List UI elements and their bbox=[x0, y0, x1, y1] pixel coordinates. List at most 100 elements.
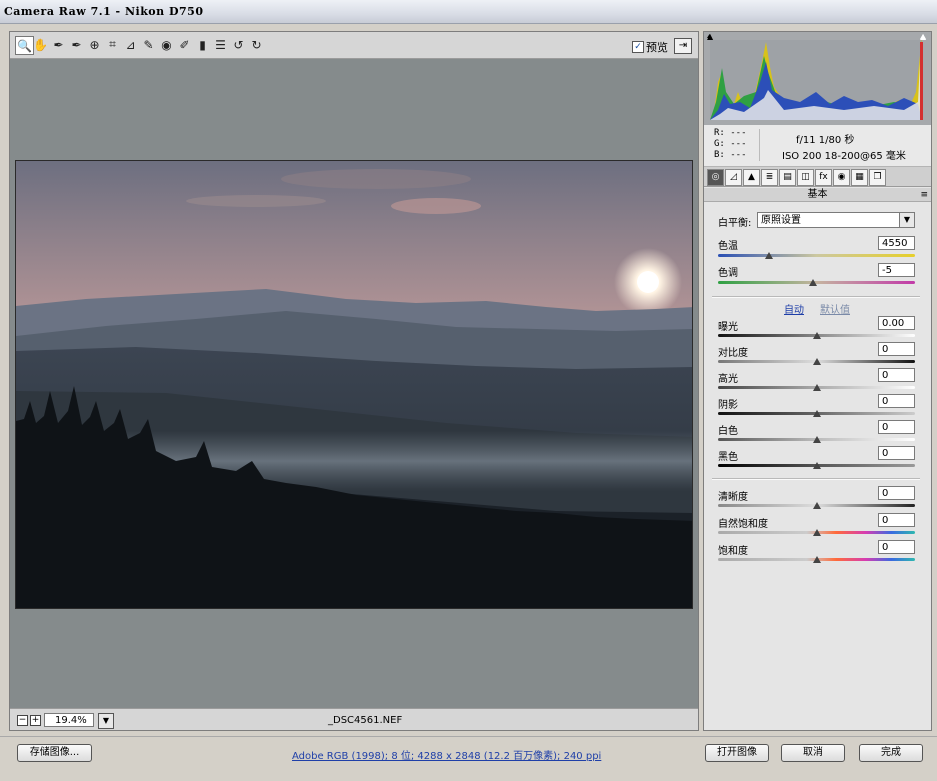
tab-hsl-icon[interactable]: ≣ bbox=[761, 169, 778, 186]
slider-exposure-label: 曝光 bbox=[718, 322, 738, 333]
filename-label: _DSC4561.NEF bbox=[328, 715, 403, 726]
fullscreen-toggle-icon[interactable]: ⇥ bbox=[674, 38, 692, 54]
default-link[interactable]: 默认值 bbox=[820, 301, 850, 316]
slider-tint-thumb[interactable] bbox=[808, 279, 817, 286]
graduated-filter-icon[interactable]: ▮ bbox=[195, 37, 210, 52]
white-balance-value: 原照设置 bbox=[761, 215, 801, 226]
white-balance-label: 白平衡: bbox=[718, 218, 752, 229]
slider-saturation-label: 饱和度 bbox=[718, 546, 748, 557]
slider-temp-value[interactable]: 4550 bbox=[878, 236, 915, 250]
crop-tool-icon[interactable]: ⌗ bbox=[105, 37, 120, 52]
slider-blacks-value[interactable]: 0 bbox=[878, 446, 915, 460]
blue-readout: B: --- bbox=[714, 150, 747, 160]
save-image-button[interactable]: 存储图像... bbox=[17, 744, 92, 762]
slider-shadows-label: 阴影 bbox=[718, 400, 738, 411]
red-eye-tool-icon[interactable]: ◉ bbox=[159, 37, 174, 52]
targeted-adjustment-tool-icon[interactable]: ⊕ bbox=[87, 37, 102, 52]
zoom-dropdown-icon[interactable]: ▼ bbox=[98, 713, 114, 729]
histogram-graph bbox=[707, 34, 926, 120]
slider-vibrance-value[interactable]: 0 bbox=[878, 513, 915, 527]
info-divider bbox=[759, 129, 760, 161]
slider-whites-thumb[interactable] bbox=[812, 436, 821, 443]
rotate-left-icon[interactable]: ↺ bbox=[231, 37, 246, 52]
green-readout: G: --- bbox=[714, 139, 747, 149]
slider-exposure-thumb[interactable] bbox=[812, 332, 821, 339]
window-title: Camera Raw 7.1 - Nikon D750 bbox=[4, 5, 204, 18]
slider-blacks-label: 黑色 bbox=[718, 452, 738, 463]
slider-temp-track[interactable] bbox=[718, 254, 915, 257]
iso-lens: ISO 200 18-200@65 毫米 bbox=[782, 151, 906, 162]
color-sampler-tool-icon[interactable]: ✒ bbox=[69, 37, 84, 52]
white-balance-select[interactable]: 原照设置 ▼ bbox=[757, 212, 915, 228]
hand-tool-icon[interactable]: ✋ bbox=[33, 37, 48, 52]
tab-detail-icon[interactable]: ▲ bbox=[743, 169, 760, 186]
highlight-clipping-warning-icon[interactable]: ▲ bbox=[920, 33, 928, 41]
status-bar: − + 19.4% ▼ _DSC4561.NEF bbox=[10, 708, 698, 730]
chevron-down-icon[interactable]: ▼ bbox=[899, 213, 914, 227]
slider-vibrance-thumb[interactable] bbox=[812, 529, 821, 536]
rotate-right-icon[interactable]: ↻ bbox=[249, 37, 264, 52]
tab-lens-corrections-icon[interactable]: ◫ bbox=[797, 169, 814, 186]
straighten-tool-icon[interactable]: ⊿ bbox=[123, 37, 138, 52]
tab-split-toning-icon[interactable]: ▤ bbox=[779, 169, 796, 186]
slider-saturation-value[interactable]: 0 bbox=[878, 540, 915, 554]
auto-link[interactable]: 自动 bbox=[784, 301, 804, 316]
slider-temp-label: 色温 bbox=[718, 241, 738, 252]
slider-vibrance-label: 自然饱和度 bbox=[718, 519, 768, 530]
tab-snapshots-icon[interactable]: ❐ bbox=[869, 169, 886, 186]
tab-effects-icon[interactable]: fx bbox=[815, 169, 832, 186]
tab-basic-icon[interactable]: ◎ bbox=[707, 169, 724, 186]
cancel-button[interactable]: 取消 bbox=[781, 744, 845, 762]
slider-blacks-thumb[interactable] bbox=[812, 462, 821, 469]
zoom-tool-icon[interactable]: 🔍 bbox=[15, 36, 34, 55]
slider-temp-thumb[interactable] bbox=[765, 252, 774, 259]
slider-tint-label: 色调 bbox=[718, 268, 738, 279]
slider-saturation-thumb[interactable] bbox=[812, 556, 821, 563]
done-button[interactable]: 完成 bbox=[859, 744, 923, 762]
slider-contrast-thumb[interactable] bbox=[812, 358, 821, 365]
red-readout: R: --- bbox=[714, 128, 747, 138]
slider-clarity-thumb[interactable] bbox=[812, 502, 821, 509]
histogram: ▲ ▲ bbox=[704, 32, 931, 125]
panel-header: 基本 ≡ bbox=[704, 188, 931, 202]
slider-exposure-value[interactable]: 0.00 bbox=[878, 316, 915, 330]
slider-contrast-label: 对比度 bbox=[718, 348, 748, 359]
preview-check-box[interactable]: ✓ bbox=[632, 41, 644, 53]
slider-whites-label: 白色 bbox=[718, 426, 738, 437]
preferences-icon[interactable]: ☰ bbox=[213, 37, 228, 52]
tab-presets-icon[interactable]: ▦ bbox=[851, 169, 868, 186]
slider-tint-value[interactable]: -5 bbox=[878, 263, 915, 277]
panel-tabs: ◎ ◿ ▲ ≣ ▤ ◫ fx ◉ ▦ ❐ bbox=[704, 167, 931, 187]
slider-clarity-label: 清晰度 bbox=[718, 492, 748, 503]
slider-contrast-value[interactable]: 0 bbox=[878, 342, 915, 356]
tab-tone-curve-icon[interactable]: ◿ bbox=[725, 169, 742, 186]
workflow-options-link[interactable]: Adobe RGB (1998); 8 位; 4288 x 2848 (12.2… bbox=[292, 747, 601, 762]
aperture-shutter: f/11 1/80 秒 bbox=[796, 135, 855, 146]
slider-highlights-thumb[interactable] bbox=[812, 384, 821, 391]
slider-highlights-label: 高光 bbox=[718, 374, 738, 385]
panel-menu-icon[interactable]: ≡ bbox=[920, 188, 928, 202]
slider-shadows-thumb[interactable] bbox=[812, 410, 821, 417]
landscape-photo bbox=[16, 161, 692, 608]
adjustment-brush-icon[interactable]: ✐ bbox=[177, 37, 192, 52]
white-balance-tool-icon[interactable]: ✒ bbox=[51, 37, 66, 52]
open-image-button[interactable]: 打开图像 bbox=[705, 744, 769, 762]
camera-info: R: --- G: --- B: --- f/11 1/80 秒 ISO 200… bbox=[704, 125, 931, 167]
zoom-level-field[interactable]: 19.4% bbox=[44, 713, 94, 727]
preview-label: 预览 bbox=[646, 41, 668, 54]
zoom-out-button[interactable]: − bbox=[17, 715, 28, 726]
spot-removal-tool-icon[interactable]: ✎ bbox=[141, 37, 156, 52]
shadow-clipping-warning-icon[interactable]: ▲ bbox=[707, 33, 715, 41]
separator bbox=[712, 478, 920, 480]
photo-preview[interactable] bbox=[15, 160, 693, 609]
slider-shadows-value[interactable]: 0 bbox=[878, 394, 915, 408]
toolbar: 🔍 ✋ ✒ ✒ ⊕ ⌗ ⊿ ✎ ◉ ✐ ▮ ☰ ↺ ↻ ✓ 预览 ⇥ bbox=[10, 32, 698, 59]
title-bar: Camera Raw 7.1 - Nikon D750 bbox=[0, 0, 937, 24]
preview-checkbox[interactable]: ✓ 预览 bbox=[632, 39, 668, 55]
separator bbox=[712, 296, 920, 298]
tab-camera-calibration-icon[interactable]: ◉ bbox=[833, 169, 850, 186]
slider-highlights-value[interactable]: 0 bbox=[878, 368, 915, 382]
slider-whites-value[interactable]: 0 bbox=[878, 420, 915, 434]
slider-clarity-value[interactable]: 0 bbox=[878, 486, 915, 500]
zoom-in-button[interactable]: + bbox=[30, 715, 41, 726]
